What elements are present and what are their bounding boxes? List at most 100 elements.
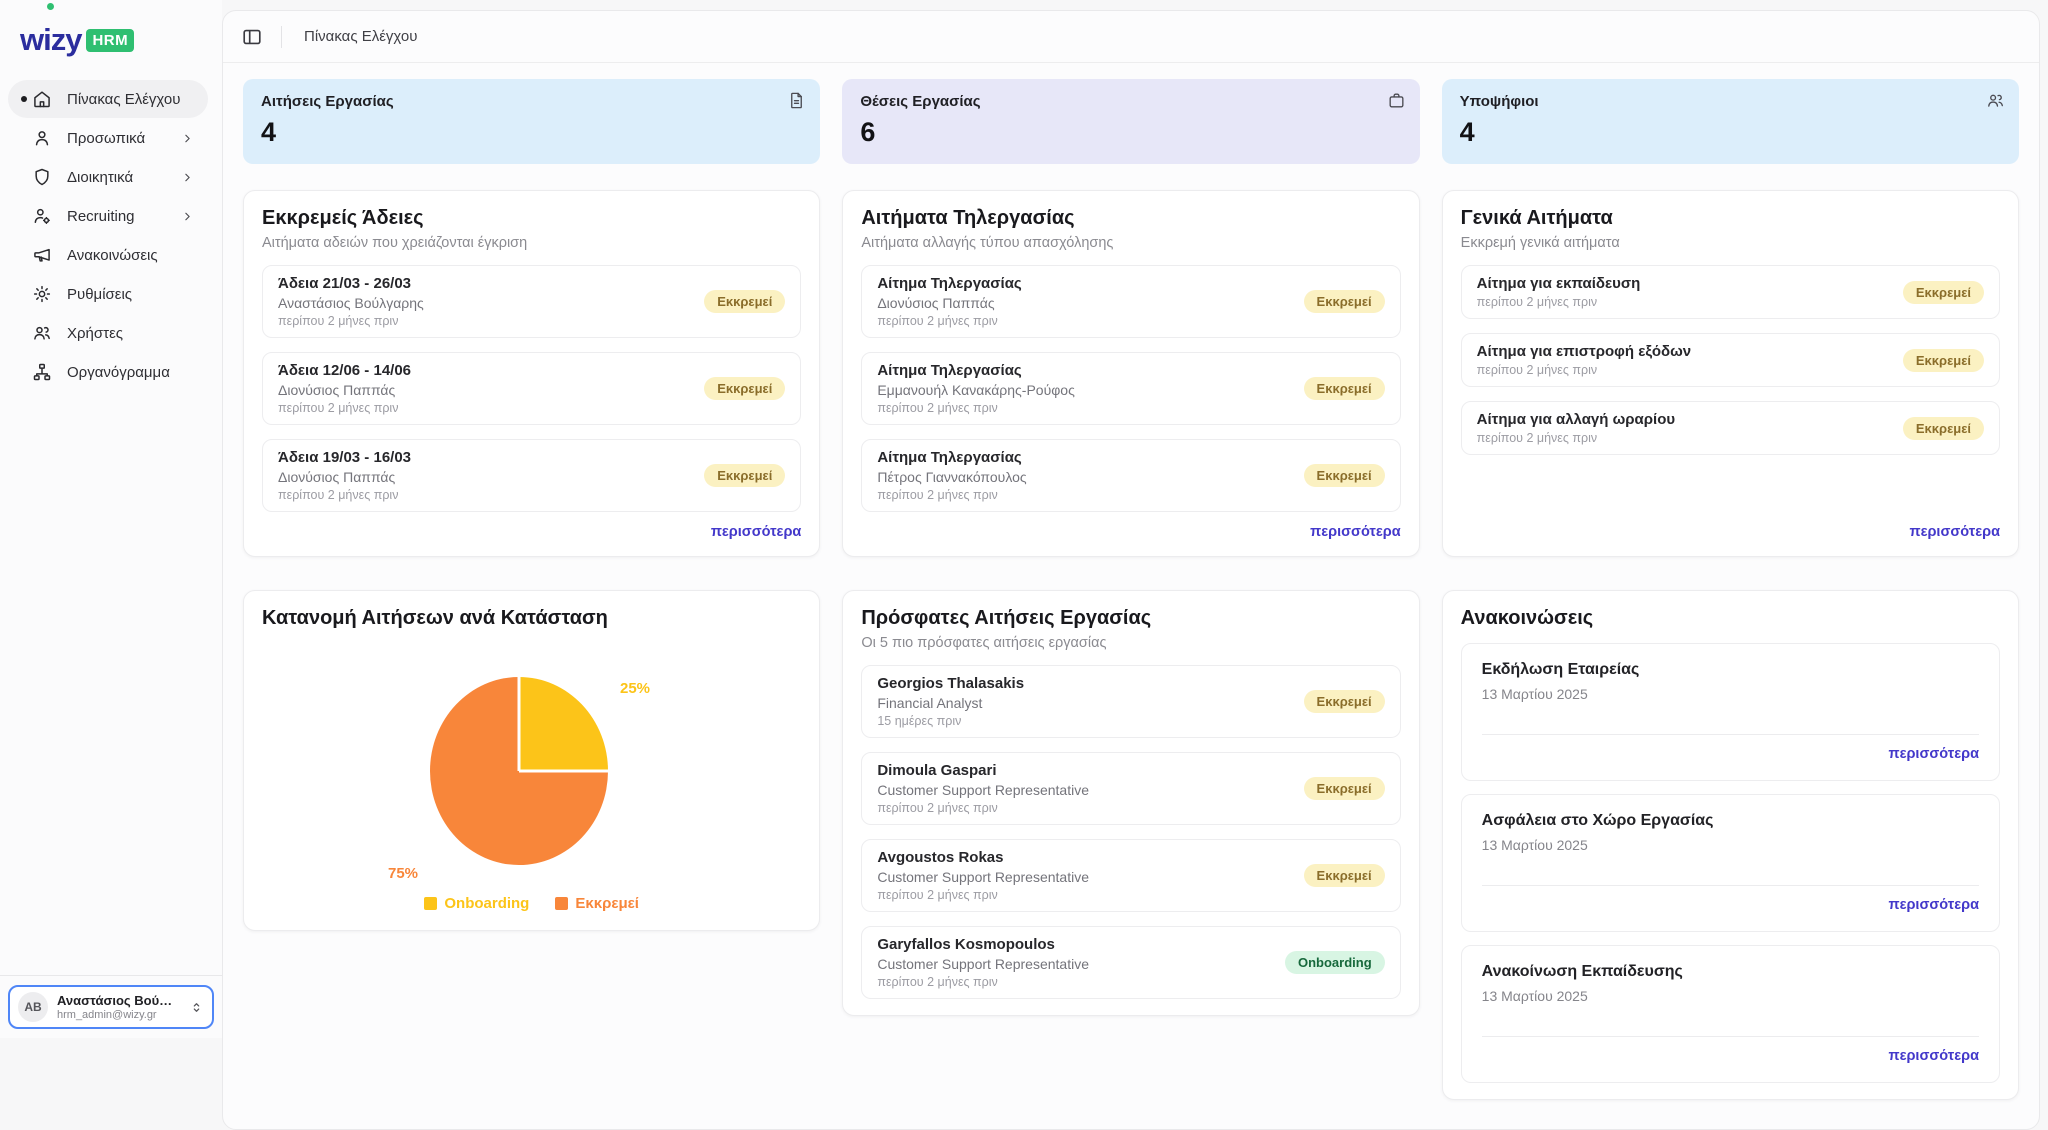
sidebar-item-label: Recruiting — [67, 208, 135, 225]
pie-percent-label: 25% — [620, 680, 650, 697]
status-badge: Εκκρεμεί — [1304, 377, 1385, 400]
stats-row: Αιτήσεις Εργασίας 4 Θέσεις Εργασίας 6 Υπ… — [243, 79, 2019, 164]
card-title: Εκκρεμείς Άδειες — [262, 207, 801, 230]
divider — [281, 26, 282, 48]
sidebar-item-users[interactable]: Χρήστες — [8, 314, 208, 352]
general-requests-card: Γενικά Αιτήματα Εκκρεμή γενικά αιτήματα … — [1442, 190, 2019, 557]
card-subtitle: Οι 5 πιο πρόσφατες αιτήσεις εργασίας — [861, 635, 1400, 651]
status-badge: Εκκρεμεί — [704, 290, 785, 313]
gear-icon — [32, 284, 52, 304]
pie-percent-label: 75% — [388, 865, 418, 882]
user-menu-button[interactable]: AB Αναστάσιος Βούλγαρης hrm_admin@wizy.g… — [8, 985, 214, 1029]
more-link[interactable]: περισσότερα — [262, 512, 801, 540]
app-logo: wizy HRM — [0, 22, 222, 58]
sidebar-item-label: Οργανόγραμμα — [67, 364, 170, 381]
sidebar-item-label: Πίνακας Ελέγχου — [67, 91, 180, 108]
status-badge: Εκκρεμεί — [704, 377, 785, 400]
sidebar-toggle-icon[interactable] — [241, 26, 263, 48]
user-icon — [32, 128, 52, 148]
sidebar-nav: Πίνακας Ελέγχου Προσωπικά Διοικητικά — [0, 80, 222, 391]
chart-title: Κατανομή Αιτήσεων ανά Κατάσταση — [262, 607, 801, 630]
breadcrumb: Πίνακας Ελέγχου — [304, 28, 417, 45]
general-request-row[interactable]: Αίτημα για επιστροφή εξόδων περίπου 2 μή… — [1461, 333, 2000, 387]
stat-label: Υποψήφιοι — [1460, 93, 2001, 110]
status-pie — [430, 677, 608, 865]
status-badge: Εκκρεμεί — [1903, 417, 1984, 440]
stat-label: Αιτήσεις Εργασίας — [261, 93, 802, 110]
sidebar-item-recruiting[interactable]: Recruiting — [8, 197, 208, 235]
sidebar-item-label: Ρυθμίσεις — [67, 286, 132, 303]
avatar: AB — [18, 992, 48, 1022]
status-badge: Εκκρεμεί — [1304, 690, 1385, 713]
leave-request-row[interactable]: Άδεια 12/06 - 14/06 Διονύσιος Παππάς περ… — [262, 352, 801, 425]
stat-value: 4 — [261, 117, 802, 148]
announcement-item[interactable]: Ανακοίνωση Εκπαίδευσης 13 Μαρτίου 2025 π… — [1461, 945, 2000, 1083]
application-row[interactable]: Garyfallos Kosmopoulos Customer Support … — [861, 926, 1400, 999]
sidebar-item-settings[interactable]: Ρυθμίσεις — [8, 275, 208, 313]
dashboard-content: Αιτήσεις Εργασίας 4 Θέσεις Εργασίας 6 Υπ… — [223, 63, 2039, 1116]
topbar: Πίνακας Ελέγχου — [223, 11, 2039, 63]
card-subtitle: Αιτήματα αδειών που χρειάζονται έγκριση — [262, 235, 801, 251]
status-badge: Εκκρεμεί — [1304, 777, 1385, 800]
divider — [1482, 734, 1979, 735]
more-link[interactable]: περισσότερα — [1482, 897, 1979, 913]
sidebar-item-label: Χρήστες — [67, 325, 123, 342]
logo-hrm-badge: HRM — [86, 29, 134, 52]
org-chart-icon — [32, 362, 52, 382]
sidebar-footer: AB Αναστάσιος Βούλγαρης hrm_admin@wizy.g… — [0, 975, 222, 1038]
card-title: Γενικά Αιτήματα — [1461, 207, 2000, 230]
divider — [1482, 885, 1979, 886]
users-icon — [32, 323, 52, 343]
stat-label: Θέσεις Εργασίας — [860, 93, 1401, 110]
more-link[interactable]: περισσότερα — [1482, 746, 1979, 762]
legend-swatch — [555, 897, 568, 910]
card-subtitle: Εκκρεμή γενικά αιτήματα — [1461, 235, 2000, 251]
user-email: hrm_admin@wizy.gr — [57, 1009, 173, 1021]
recent-applications-card: Πρόσφατες Αιτήσεις Εργασίας Οι 5 πιο πρό… — [842, 590, 1419, 1016]
application-row[interactable]: Dimoula Gaspari Customer Support Represe… — [861, 752, 1400, 825]
stat-card-job-positions[interactable]: Θέσεις Εργασίας 6 — [842, 79, 1419, 164]
active-indicator-dot — [21, 96, 27, 102]
legend-label: Onboarding — [444, 895, 529, 912]
more-link[interactable]: περισσότερα — [861, 512, 1400, 540]
legend-swatch — [424, 897, 437, 910]
status-badge: Εκκρεμεί — [1304, 464, 1385, 487]
leave-request-row[interactable]: Άδεια 19/03 - 16/03 Διονύσιος Παππάς περ… — [262, 439, 801, 512]
sidebar-item-label: Προσωπικά — [67, 130, 145, 147]
sidebar-item-org-chart[interactable]: Οργανόγραμμα — [8, 353, 208, 391]
status-badge: Onboarding — [1285, 951, 1385, 974]
announcement-item[interactable]: Ασφάλεια στο Χώρο Εργασίας 13 Μαρτίου 20… — [1461, 794, 2000, 932]
card-subtitle: Αιτήματα αλλαγής τύπου απασχόλησης — [861, 235, 1400, 251]
stat-value: 4 — [1460, 117, 2001, 148]
telework-request-row[interactable]: Αίτημα Τηλεργασίας Διονύσιος Παππάς περί… — [861, 265, 1400, 338]
telework-requests-card: Αιτήματα Τηλεργασίας Αιτήματα αλλαγής τύ… — [842, 190, 1419, 557]
sidebar-item-dashboard[interactable]: Πίνακας Ελέγχου — [8, 80, 208, 118]
more-link[interactable]: περισσότερα — [1482, 1048, 1979, 1064]
sidebar-item-announcements[interactable]: Ανακοινώσεις — [8, 236, 208, 274]
pie-legend: Onboarding Εκκρεμεί — [262, 895, 801, 912]
general-request-row[interactable]: Αίτημα για εκπαίδευση περίπου 2 μήνες πρ… — [1461, 265, 2000, 319]
chevron-right-icon — [181, 210, 194, 223]
announcements-card: Ανακοινώσεις Εκδήλωση Εταιρείας 13 Μαρτί… — [1442, 590, 2019, 1100]
application-row[interactable]: Avgoustos Rokas Customer Support Represe… — [861, 839, 1400, 912]
application-row[interactable]: Georgios Thalasakis Financial Analyst 15… — [861, 665, 1400, 738]
main-panel: Πίνακας Ελέγχου Αιτήσεις Εργασίας 4 Θέσε… — [222, 10, 2040, 1130]
sidebar-item-personal[interactable]: Προσωπικά — [8, 119, 208, 157]
more-link[interactable]: περισσότερα — [1461, 512, 2000, 540]
announcement-item[interactable]: Εκδήλωση Εταιρείας 13 Μαρτίου 2025 περισ… — [1461, 643, 2000, 781]
card-title: Αιτήματα Τηλεργασίας — [861, 207, 1400, 230]
sidebar-item-administrative[interactable]: Διοικητικά — [8, 158, 208, 196]
user-gear-icon — [32, 206, 52, 226]
stat-card-job-applications[interactable]: Αιτήσεις Εργασίας 4 — [243, 79, 820, 164]
leave-request-row[interactable]: Άδεια 21/03 - 26/03 Αναστάσιος Βούλγαρης… — [262, 265, 801, 338]
divider — [1482, 1036, 1979, 1037]
stat-card-candidates[interactable]: Υποψήφιοι 4 — [1442, 79, 2019, 164]
sidebar-item-label: Διοικητικά — [67, 169, 133, 186]
telework-request-row[interactable]: Αίτημα Τηλεργασίας Εμμανουήλ Κανακάρης-Ρ… — [861, 352, 1400, 425]
chevron-up-down-icon — [189, 1000, 204, 1015]
general-request-row[interactable]: Αίτημα για αλλαγή ωραρίου περίπου 2 μήνε… — [1461, 401, 2000, 455]
pie-chart-area: 25% 75% Onboarding Εκκρεμεί — [262, 632, 801, 914]
sidebar-item-label: Ανακοινώσεις — [67, 247, 158, 264]
telework-request-row[interactable]: Αίτημα Τηλεργασίας Πέτρος Γιαννακόπουλος… — [861, 439, 1400, 512]
briefcase-icon — [1387, 91, 1406, 110]
